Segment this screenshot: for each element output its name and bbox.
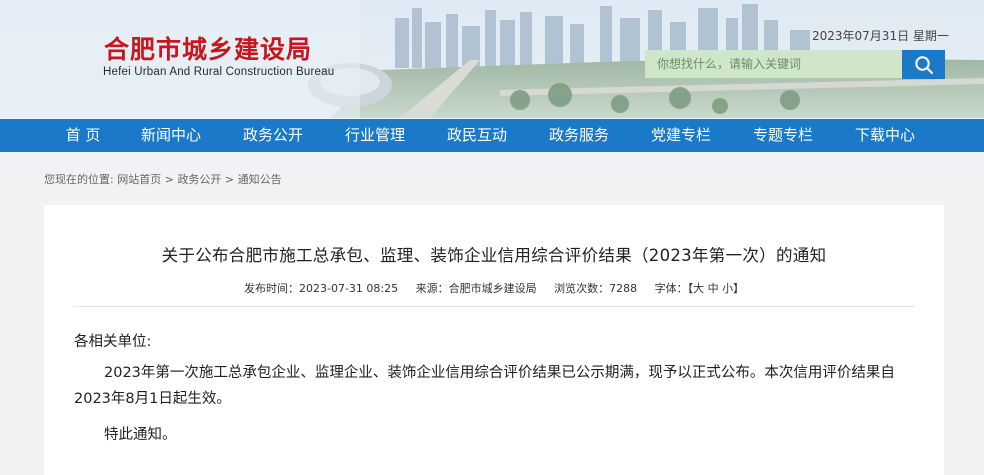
main-nav: 首 页 新闻中心 政务公开 行业管理 政民互动 政务服务 党建专栏 专题专栏 下… [0,119,984,152]
nav-item-topics[interactable]: 专题专栏 [753,119,813,152]
breadcrumb-link-gov-affairs[interactable]: 政务公开 [177,173,221,186]
site-logo-subtitle: Hefei Urban And Rural Construction Burea… [103,66,335,78]
article-meta: 发布时间：2023-07-31 08:25 来源：合肥市城乡建设局 浏览次数：7… [244,280,744,296]
breadcrumb-link-home[interactable]: 网站首页 [117,173,161,186]
title-divider [74,306,914,307]
nav-item-party[interactable]: 党建专栏 [651,119,711,152]
nav-item-interaction[interactable]: 政民互动 [447,119,507,152]
article-body: 2023年第一次施工总承包企业、监理企业、装饰企业信用综合评价结果已公示期满，现… [74,365,895,407]
article-closing: 特此通知。 [104,427,177,443]
nav-item-news[interactable]: 新闻中心 [141,119,201,152]
font-size-bracket-close: 】 [733,282,745,295]
nav-item-industry[interactable]: 行业管理 [345,119,405,152]
font-size-large[interactable]: 大 [693,282,704,295]
search-icon [914,55,933,74]
publish-time: 发布时间：2023-07-31 08:25 [244,282,399,295]
breadcrumb: 您现在的位置: 网站首页 > 政务公开 > 通知公告 [44,171,282,187]
nav-item-home[interactable]: 首 页 [66,119,101,152]
article-salutation: 各相关单位: [74,334,152,350]
breadcrumb-prefix: 您现在的位置: [44,173,114,186]
breadcrumb-separator: > [221,173,238,186]
font-size-small[interactable]: 小 [722,282,733,295]
nav-item-services[interactable]: 政务服务 [549,119,609,152]
breadcrumb-separator: > [161,173,178,186]
view-count: 浏览次数：7288 [554,282,638,295]
current-date: 2023年07月31日 星期一 [812,29,949,43]
site-logo-title[interactable]: 合肥市城乡建设局 [104,30,312,66]
article-card: 关于公布合肥市施工总承包、监理、装饰企业信用综合评价结果（2023年第一次）的通… [44,205,944,475]
breadcrumb-link-notices[interactable]: 通知公告 [238,173,282,186]
nav-item-gov-affairs[interactable]: 政务公开 [243,119,303,152]
search-button[interactable] [902,50,945,79]
font-size-label: 字体： [654,282,688,295]
header-banner: 合肥市城乡建设局 Hefei Urban And Rural Construct… [0,0,984,118]
article-title: 关于公布合肥市施工总承包、监理、装饰企业信用综合评价结果（2023年第一次）的通… [161,246,827,265]
search-input[interactable] [645,50,902,78]
nav-item-downloads[interactable]: 下载中心 [855,119,915,152]
font-size-medium[interactable]: 中 [708,282,719,295]
article-source: 来源：合肥市城乡建设局 [415,282,537,295]
